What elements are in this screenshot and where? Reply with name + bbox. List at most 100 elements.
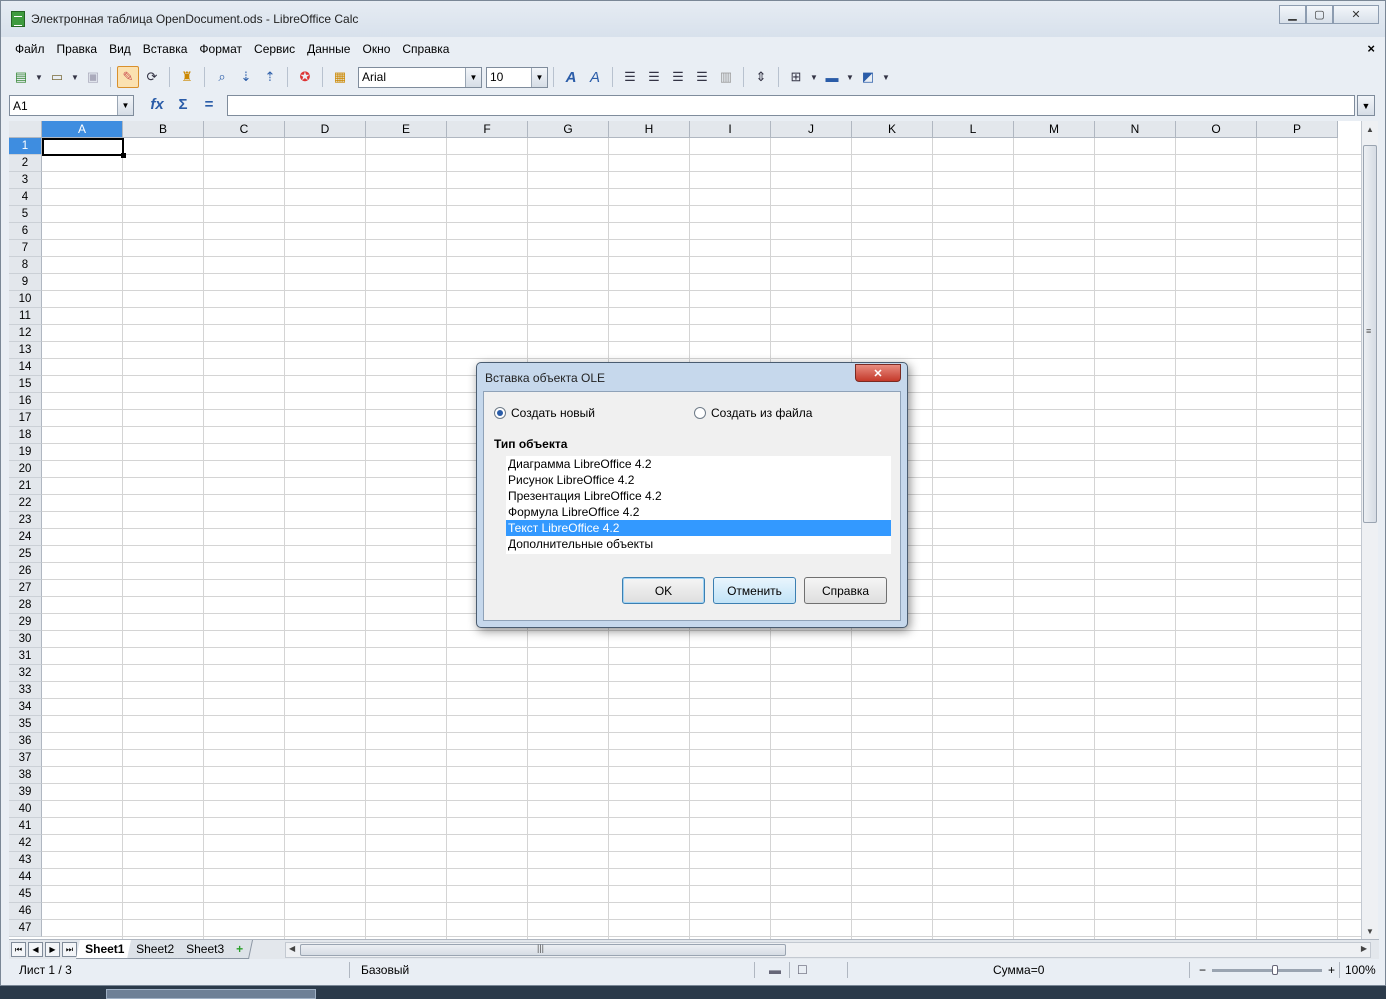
ok-button[interactable]: OK xyxy=(622,577,705,604)
object-type-list[interactable]: Диаграмма LibreOffice 4.2 Рисунок LibreO… xyxy=(506,456,891,554)
sort-ascending-icon[interactable]: ⇣ xyxy=(235,66,257,88)
row-header-19[interactable]: 19 xyxy=(9,444,42,461)
menu-edit[interactable]: Правка xyxy=(51,42,104,56)
select-all-corner[interactable] xyxy=(9,121,42,138)
expand-formula-icon[interactable]: ▼ xyxy=(1357,95,1375,116)
next-sheet-icon[interactable]: ▶ xyxy=(45,942,60,957)
radio-unselected-icon[interactable] xyxy=(694,407,706,419)
column-header-g[interactable]: G xyxy=(528,121,609,138)
row-header-28[interactable]: 28 xyxy=(9,597,42,614)
menu-window[interactable]: Окно xyxy=(356,42,396,56)
row-header-13[interactable]: 13 xyxy=(9,342,42,359)
column-header-d[interactable]: D xyxy=(285,121,366,138)
open-icon[interactable]: ▭ xyxy=(46,66,68,88)
row-header-33[interactable]: 33 xyxy=(9,682,42,699)
row-header-1[interactable]: 1 xyxy=(9,138,42,155)
column-header-h[interactable]: H xyxy=(609,121,690,138)
function-wizard-icon[interactable]: fx xyxy=(147,96,167,113)
first-sheet-icon[interactable]: ⏮ xyxy=(11,942,26,957)
scroll-up-icon[interactable]: ▲ xyxy=(1362,121,1378,137)
chevron-down-icon[interactable]: ▼ xyxy=(465,67,481,87)
column-header-j[interactable]: J xyxy=(771,121,852,138)
menu-help[interactable]: Справка xyxy=(396,42,455,56)
row-header-40[interactable]: 40 xyxy=(9,801,42,818)
row-header-39[interactable]: 39 xyxy=(9,784,42,801)
reload-icon[interactable]: ⟳ xyxy=(141,66,163,88)
list-item[interactable]: Формула LibreOffice 4.2 xyxy=(506,504,891,520)
row-header-3[interactable]: 3 xyxy=(9,172,42,189)
row-header-22[interactable]: 22 xyxy=(9,495,42,512)
menu-data[interactable]: Данные xyxy=(301,42,356,56)
row-header-2[interactable]: 2 xyxy=(9,155,42,172)
help-button[interactable]: Справка xyxy=(804,577,887,604)
minimize-button[interactable]: ▁ xyxy=(1279,5,1306,24)
bold-italic-a-icon[interactable]: A xyxy=(560,66,582,88)
row-header-20[interactable]: 20 xyxy=(9,461,42,478)
row-header-8[interactable]: 8 xyxy=(9,257,42,274)
row-header-4[interactable]: 4 xyxy=(9,189,42,206)
zoom-knob[interactable] xyxy=(1272,964,1279,975)
row-header-15[interactable]: 15 xyxy=(9,376,42,393)
column-header-e[interactable]: E xyxy=(366,121,447,138)
row-header-34[interactable]: 34 xyxy=(9,699,42,716)
sheet-tab-sheet1[interactable]: Sheet1 xyxy=(75,940,135,959)
font-name-combo[interactable]: Arial ▼ xyxy=(358,66,482,88)
row-header-29[interactable]: 29 xyxy=(9,614,42,631)
row-header-37[interactable]: 37 xyxy=(9,750,42,767)
new-icon[interactable]: ▤ xyxy=(10,66,32,88)
list-item[interactable]: Диаграмма LibreOffice 4.2 xyxy=(506,456,891,472)
font-size-combo[interactable]: 10 ▼ xyxy=(486,66,548,88)
column-header-k[interactable]: K xyxy=(852,121,933,138)
zoom-value[interactable]: 100% xyxy=(1345,963,1376,977)
menu-insert[interactable]: Вставка xyxy=(137,42,194,56)
row-header-12[interactable]: 12 xyxy=(9,325,42,342)
align-right-icon[interactable]: ☰ xyxy=(667,66,689,88)
row-header-43[interactable]: 43 xyxy=(9,852,42,869)
sum-icon[interactable]: Σ xyxy=(173,96,193,113)
row-header-26[interactable]: 26 xyxy=(9,563,42,580)
align-center-icon[interactable]: ☰ xyxy=(643,66,665,88)
horizontal-scroll-thumb[interactable] xyxy=(300,943,786,956)
zoom-out-icon[interactable]: − xyxy=(1199,963,1206,977)
column-header-n[interactable]: N xyxy=(1095,121,1176,138)
font-color-icon[interactable]: ◩ xyxy=(857,66,879,88)
background-color-icon[interactable]: ▬ xyxy=(821,66,843,88)
help-icon[interactable]: ✪ xyxy=(294,66,316,88)
column-header-c[interactable]: C xyxy=(204,121,285,138)
find-replace-icon[interactable]: ⌕ xyxy=(211,66,233,88)
close-window-button[interactable]: ✕ xyxy=(1333,5,1379,24)
open-dropdown-icon[interactable]: ▼ xyxy=(70,66,80,88)
prev-sheet-icon[interactable]: ◀ xyxy=(28,942,43,957)
row-header-10[interactable]: 10 xyxy=(9,291,42,308)
background-dropdown-icon[interactable]: ▼ xyxy=(845,66,855,88)
row-header-42[interactable]: 42 xyxy=(9,835,42,852)
row-header-6[interactable]: 6 xyxy=(9,223,42,240)
chevron-down-icon[interactable]: ▼ xyxy=(117,96,133,115)
formula-icon[interactable]: = xyxy=(199,96,219,113)
row-header-24[interactable]: 24 xyxy=(9,529,42,546)
menu-view[interactable]: Вид xyxy=(103,42,137,56)
zoom-in-icon[interactable]: + xyxy=(1328,963,1335,977)
row-header-38[interactable]: 38 xyxy=(9,767,42,784)
menu-tools[interactable]: Сервис xyxy=(248,42,301,56)
row-header-11[interactable]: 11 xyxy=(9,308,42,325)
clone-formatting-icon[interactable]: ♜ xyxy=(176,66,198,88)
sheet-tab-sheet3[interactable]: Sheet3 xyxy=(177,940,235,959)
column-header-o[interactable]: O xyxy=(1176,121,1257,138)
radio-create-from-file[interactable]: Создать из файла xyxy=(694,406,812,420)
row-header-18[interactable]: 18 xyxy=(9,427,42,444)
page-style[interactable]: Базовый xyxy=(361,963,409,977)
row-header-30[interactable]: 30 xyxy=(9,631,42,648)
list-item[interactable]: Рисунок LibreOffice 4.2 xyxy=(506,472,891,488)
zoom-slider[interactable]: − + xyxy=(1199,963,1335,977)
row-header-35[interactable]: 35 xyxy=(9,716,42,733)
row-header-7[interactable]: 7 xyxy=(9,240,42,257)
name-box[interactable]: A1 ▼ xyxy=(9,95,134,116)
font-color-dropdown-icon[interactable]: ▼ xyxy=(881,66,891,88)
wrap-icon[interactable]: ⇕ xyxy=(750,66,772,88)
row-header-47[interactable]: 47 xyxy=(9,920,42,937)
cancel-button[interactable]: Отменить xyxy=(713,577,796,604)
row-header-32[interactable]: 32 xyxy=(9,665,42,682)
row-header-23[interactable]: 23 xyxy=(9,512,42,529)
formula-input[interactable] xyxy=(227,95,1355,116)
